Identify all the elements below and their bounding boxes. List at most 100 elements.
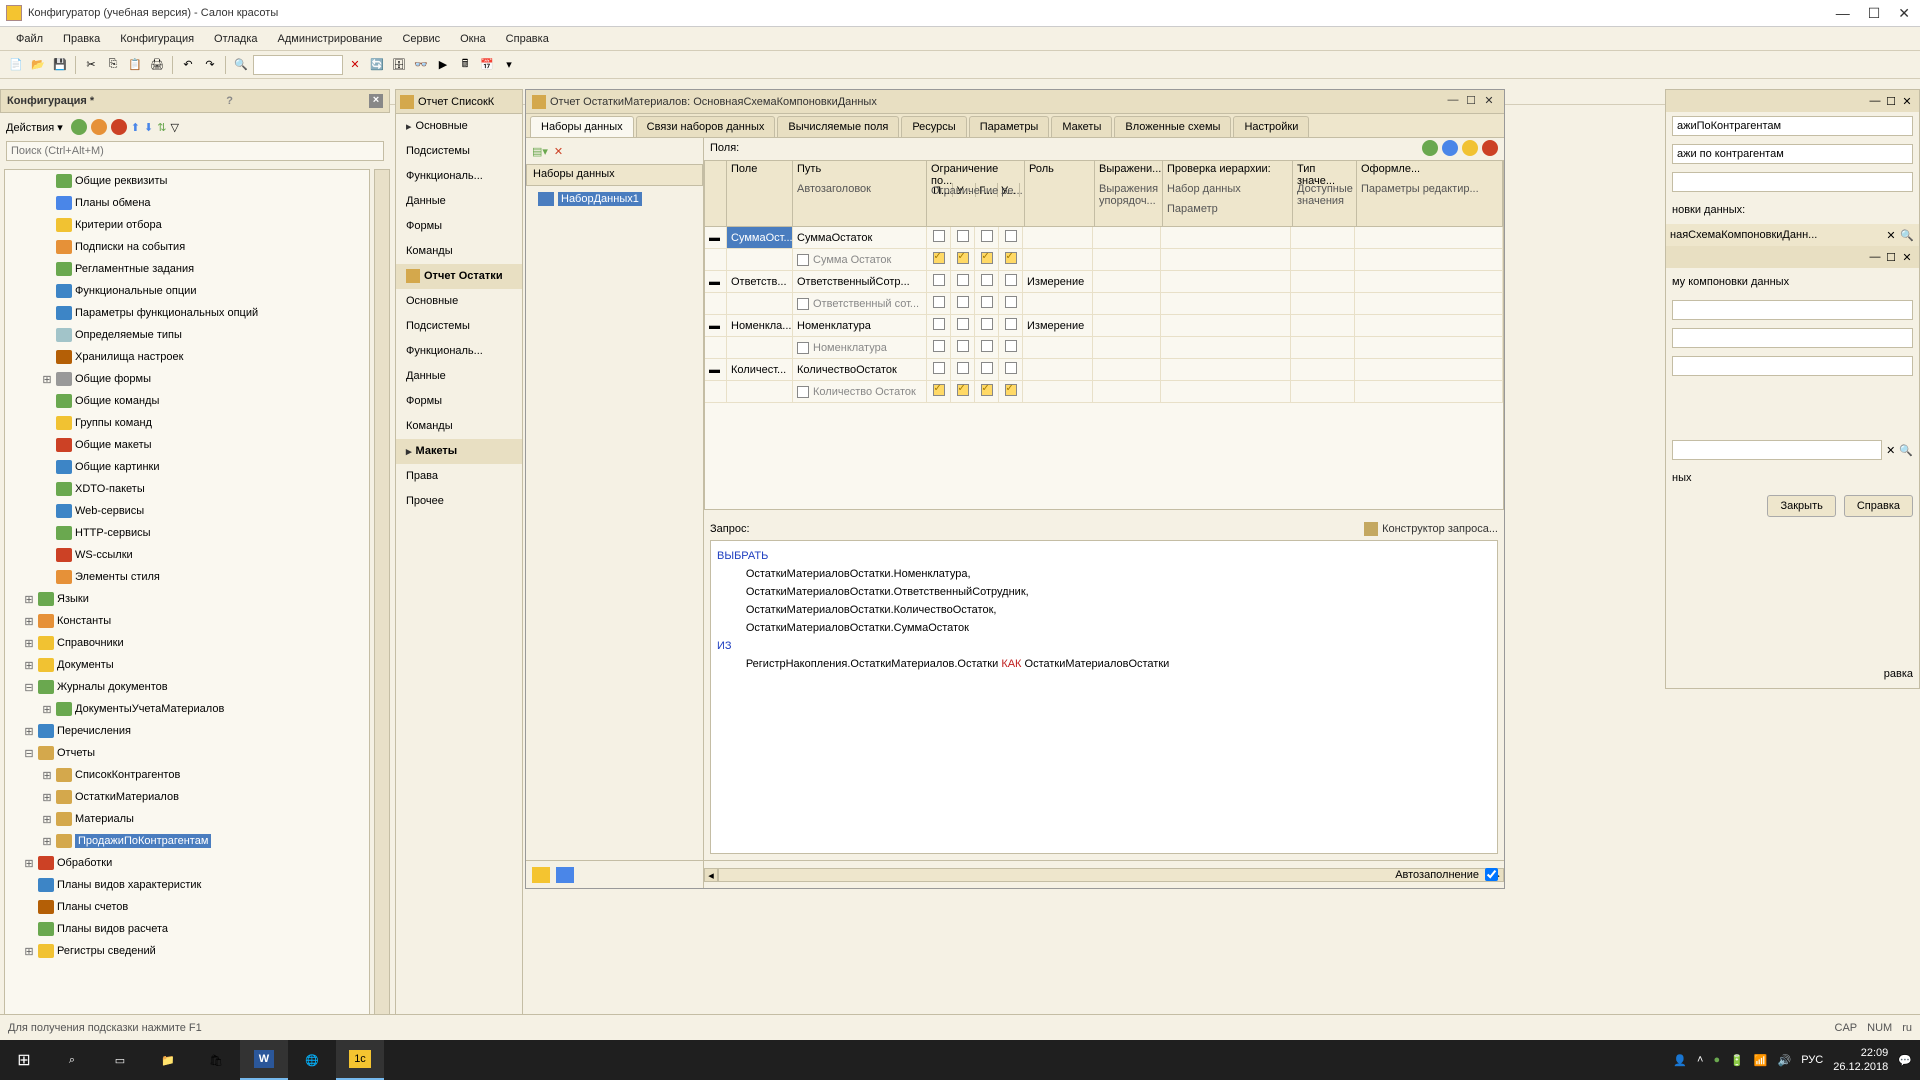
- rp-close[interactable]: ✕: [1899, 95, 1915, 108]
- tree-item[interactable]: XDTO-пакеты: [5, 478, 369, 500]
- help-button[interactable]: Справка: [1844, 495, 1913, 517]
- tree-item[interactable]: Определяемые типы: [5, 324, 369, 346]
- editor-maximize[interactable]: ☐: [1462, 94, 1480, 110]
- tree-item[interactable]: ⊞Регистры сведений: [5, 940, 369, 962]
- mid-item[interactable]: Данные: [396, 189, 522, 214]
- field-opts-icon[interactable]: [1462, 140, 1478, 156]
- field-row-auto[interactable]: Номенклатура: [705, 337, 1503, 359]
- tree-item[interactable]: Параметры функциональных опций: [5, 302, 369, 324]
- minimize-button[interactable]: —: [1836, 5, 1850, 22]
- tree-item[interactable]: ⊞Общие формы: [5, 368, 369, 390]
- rp-min[interactable]: —: [1867, 95, 1883, 107]
- menu-file[interactable]: Файл: [8, 30, 51, 48]
- tree-item[interactable]: Общие реквизиты: [5, 170, 369, 192]
- mid-item[interactable]: ▸Основные: [396, 114, 522, 139]
- tree-item[interactable]: Регламентные задания: [5, 258, 369, 280]
- tree-item[interactable]: Планы видов расчета: [5, 918, 369, 940]
- mid-item[interactable]: Прочее: [396, 489, 522, 514]
- field-row-auto[interactable]: Количество Остаток: [705, 381, 1503, 403]
- save-schema-icon[interactable]: [556, 867, 574, 883]
- menu-debug[interactable]: Отладка: [206, 30, 265, 48]
- rp2-close[interactable]: ✕: [1899, 251, 1915, 264]
- store-icon[interactable]: 🛍: [192, 1040, 240, 1080]
- editor-tab[interactable]: Вложенные схемы: [1114, 116, 1231, 137]
- query-editor[interactable]: ВЫБРАТЬ ОстаткиМатериаловОстатки.Номенкл…: [710, 540, 1498, 854]
- rp-i1[interactable]: [1672, 300, 1913, 320]
- refresh-icon[interactable]: 🔄: [367, 55, 387, 75]
- mid-item[interactable]: Функциональ...: [396, 164, 522, 189]
- search-button[interactable]: ⌕: [48, 1040, 96, 1080]
- actions-dropdown[interactable]: Действия ▾: [6, 121, 63, 134]
- notifications-icon[interactable]: 💬: [1898, 1054, 1912, 1067]
- tree-item[interactable]: ⊞СписокКонтрагентов: [5, 764, 369, 786]
- menu-service[interactable]: Сервис: [394, 30, 448, 48]
- volume-icon[interactable]: 🔊: [1778, 1054, 1792, 1067]
- menu-configuration[interactable]: Конфигурация: [112, 30, 202, 48]
- tray-av-icon[interactable]: ●: [1713, 1054, 1720, 1066]
- add-icon[interactable]: [71, 119, 87, 135]
- tree-scrollbar[interactable]: [374, 169, 390, 1026]
- rp-i4[interactable]: [1672, 440, 1882, 460]
- field-row[interactable]: ▬ Количест... КоличествоОстаток: [705, 359, 1503, 381]
- config-search-input[interactable]: [6, 141, 384, 161]
- editor-tab[interactable]: Ресурсы: [901, 116, 966, 137]
- open-icon[interactable]: 📂: [28, 55, 48, 75]
- editor-tab[interactable]: Связи наборов данных: [636, 116, 776, 137]
- rp-i2[interactable]: [1672, 328, 1913, 348]
- tray-lang[interactable]: РУС: [1801, 1054, 1823, 1066]
- syntax-icon[interactable]: 👓: [411, 55, 431, 75]
- run-icon[interactable]: ▶: [433, 55, 453, 75]
- tray-clock[interactable]: 22:09 26.12.2018: [1833, 1046, 1888, 1074]
- mid-item[interactable]: Команды: [396, 239, 522, 264]
- field-row-auto[interactable]: Сумма Остаток: [705, 249, 1503, 271]
- editor-tab[interactable]: Наборы данных: [530, 116, 634, 137]
- field-row-auto[interactable]: Ответственный сот...: [705, 293, 1503, 315]
- rp2-max[interactable]: ☐: [1883, 251, 1899, 264]
- edit-icon[interactable]: [91, 119, 107, 135]
- tray-up-icon[interactable]: ˄: [1697, 1054, 1703, 1066]
- tree-item[interactable]: ⊞ОстаткиМатериалов: [5, 786, 369, 808]
- more-icon[interactable]: ▾: [499, 55, 519, 75]
- new-icon[interactable]: 📄: [6, 55, 26, 75]
- toolbar-search[interactable]: [253, 55, 343, 75]
- people-icon[interactable]: 👤: [1673, 1054, 1687, 1067]
- tree-item[interactable]: HTTP-сервисы: [5, 522, 369, 544]
- mid-item[interactable]: Формы: [396, 389, 522, 414]
- rp-tab-close[interactable]: ✕: [1883, 229, 1899, 242]
- editor-tab[interactable]: Вычисляемые поля: [777, 116, 899, 137]
- tree-item[interactable]: ⊞ДокументыУчетаМатериалов: [5, 698, 369, 720]
- rp-name-input[interactable]: [1672, 116, 1913, 136]
- tree-item[interactable]: ⊟Журналы документов: [5, 676, 369, 698]
- menu-help[interactable]: Справка: [498, 30, 557, 48]
- rp-max[interactable]: ☐: [1883, 95, 1899, 108]
- rp-i3[interactable]: [1672, 356, 1913, 376]
- 1c-icon[interactable]: 1c: [336, 1040, 384, 1080]
- explorer-icon[interactable]: 📁: [144, 1040, 192, 1080]
- tree-item[interactable]: ⊞Документы: [5, 654, 369, 676]
- rp-clear-icon[interactable]: ✕: [1886, 444, 1895, 457]
- tree-item[interactable]: Общие команды: [5, 390, 369, 412]
- save-icon[interactable]: 💾: [50, 55, 70, 75]
- maximize-button[interactable]: ☐: [1868, 5, 1881, 22]
- rp-find-icon[interactable]: 🔍: [1899, 444, 1913, 457]
- editor-tab[interactable]: Макеты: [1051, 116, 1112, 137]
- mid-item[interactable]: Подсистемы: [396, 139, 522, 164]
- tree-item[interactable]: ⊞Обработки: [5, 852, 369, 874]
- add-dataset-icon[interactable]: ▤▾: [532, 145, 548, 158]
- start-button[interactable]: ⊞: [0, 1040, 48, 1080]
- field-row[interactable]: ▬ СуммаОст... СуммаОстаток: [705, 227, 1503, 249]
- tree-item[interactable]: Общие картинки: [5, 456, 369, 478]
- mid-item[interactable]: Формы: [396, 214, 522, 239]
- battery-icon[interactable]: 🔋: [1730, 1054, 1744, 1067]
- word-icon[interactable]: W: [240, 1040, 288, 1080]
- rp-synonym-input[interactable]: [1672, 144, 1913, 164]
- editor-tab[interactable]: Настройки: [1233, 116, 1309, 137]
- db-icon[interactable]: 🗄: [389, 55, 409, 75]
- mid-item[interactable]: Права: [396, 464, 522, 489]
- dataset-node[interactable]: НаборДанных1: [528, 188, 701, 210]
- print-icon[interactable]: 🖨: [147, 55, 167, 75]
- delete-icon[interactable]: [111, 119, 127, 135]
- config-close-icon[interactable]: ×: [369, 94, 383, 108]
- tree-item[interactable]: Планы счетов: [5, 896, 369, 918]
- mid-item[interactable]: Функциональ...: [396, 339, 522, 364]
